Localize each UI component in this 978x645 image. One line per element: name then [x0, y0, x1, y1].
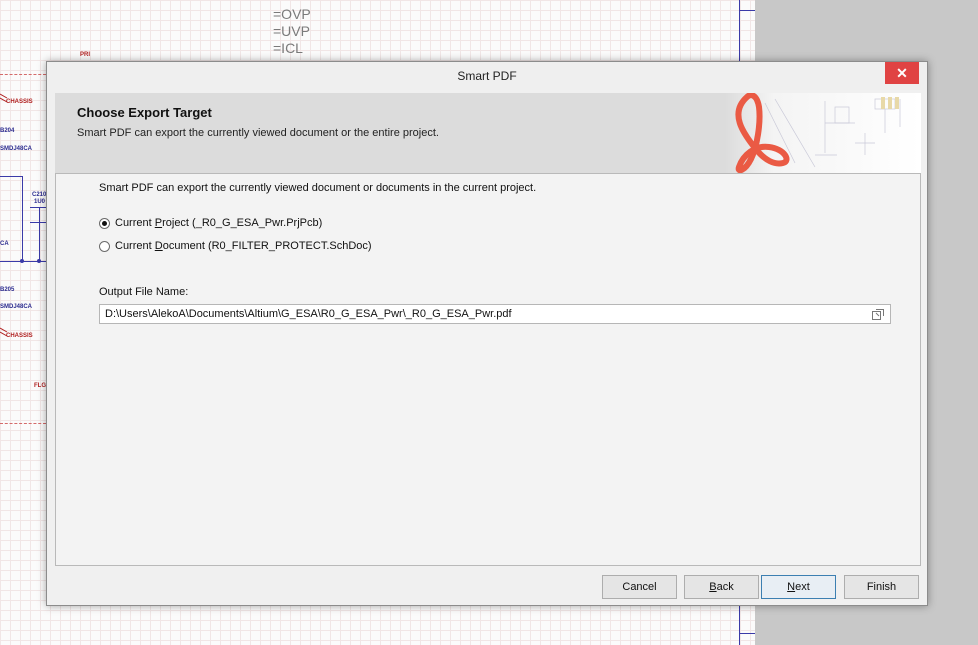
schematic-net: FLG: [34, 383, 46, 389]
schematic-ref: B205: [0, 287, 15, 293]
finish-button[interactable]: Finish: [844, 575, 919, 599]
next-button[interactable]: Next: [761, 575, 836, 599]
schematic-part: SMDJ48CA: [0, 146, 33, 152]
schematic-label: =OVP: [273, 6, 311, 22]
schematic-border: [0, 74, 46, 75]
output-file-label: Output File Name:: [99, 286, 189, 298]
smart-pdf-dialog: Smart PDF ✕ Choose Export Target Smart P…: [46, 61, 928, 606]
browse-file-icon[interactable]: [872, 309, 884, 320]
wizard-step-subtitle: Smart PDF can export the currently viewe…: [77, 127, 439, 139]
schematic-part: SMDJ48CA: [0, 304, 33, 310]
schematic-label: =UVP: [273, 23, 310, 39]
radio-current-project[interactable]: Current Project (_R0_G_ESA_Pwr.PrjPcb): [99, 217, 322, 229]
schematic-net: PRI: [80, 52, 91, 58]
close-button[interactable]: ✕: [885, 62, 919, 84]
wire: [39, 207, 40, 262]
schematic-label: =ICL: [273, 40, 303, 56]
radio-label: Current Project (_R0_G_ESA_Pwr.PrjPcb): [115, 217, 323, 229]
dialog-titlebar[interactable]: Smart PDF ✕: [47, 62, 927, 90]
junction: [20, 259, 24, 263]
radio-unselected-icon[interactable]: [99, 240, 110, 252]
wire: [0, 176, 22, 177]
pdf-logo-icon: [725, 93, 921, 173]
schematic-net: CHASSIS: [6, 333, 33, 339]
close-icon: ✕: [896, 65, 908, 81]
wizard-header: Choose Export Target Smart PDF can expor…: [55, 93, 921, 173]
schematic-part: CA: [0, 241, 9, 247]
wire: [30, 207, 46, 208]
dialog-title: Smart PDF: [457, 69, 517, 83]
sheet-border-tick: [739, 10, 755, 11]
intro-text: Smart PDF can export the currently viewe…: [99, 182, 537, 194]
output-file-value: D:\Users\AlekoA\Documents\Altium\G_ESA\R…: [105, 308, 512, 320]
schematic-net: CHASSIS: [6, 99, 33, 105]
radio-label: Current Document (R0_FILTER_PROTECT.SchD…: [115, 240, 372, 252]
schematic-border: [0, 423, 46, 424]
sheet-border-tick: [739, 633, 755, 634]
chassis-symbol: [0, 93, 8, 103]
wire: [30, 222, 46, 223]
junction: [37, 259, 41, 263]
wizard-content: Smart PDF can export the currently viewe…: [55, 173, 921, 566]
radio-selected-icon[interactable]: [99, 217, 110, 229]
back-button[interactable]: Back: [684, 575, 759, 599]
schematic-ref: B204: [0, 128, 15, 134]
schematic-ref: C210: [32, 192, 47, 198]
radio-current-document[interactable]: Current Document (R0_FILTER_PROTECT.SchD…: [99, 240, 372, 252]
schematic-value: 1U0: [34, 199, 46, 205]
cancel-button[interactable]: Cancel: [602, 575, 677, 599]
wizard-step-title: Choose Export Target: [77, 105, 212, 120]
wire: [22, 176, 23, 262]
chassis-symbol: [0, 327, 8, 337]
output-file-input[interactable]: D:\Users\AlekoA\Documents\Altium\G_ESA\R…: [99, 304, 891, 324]
